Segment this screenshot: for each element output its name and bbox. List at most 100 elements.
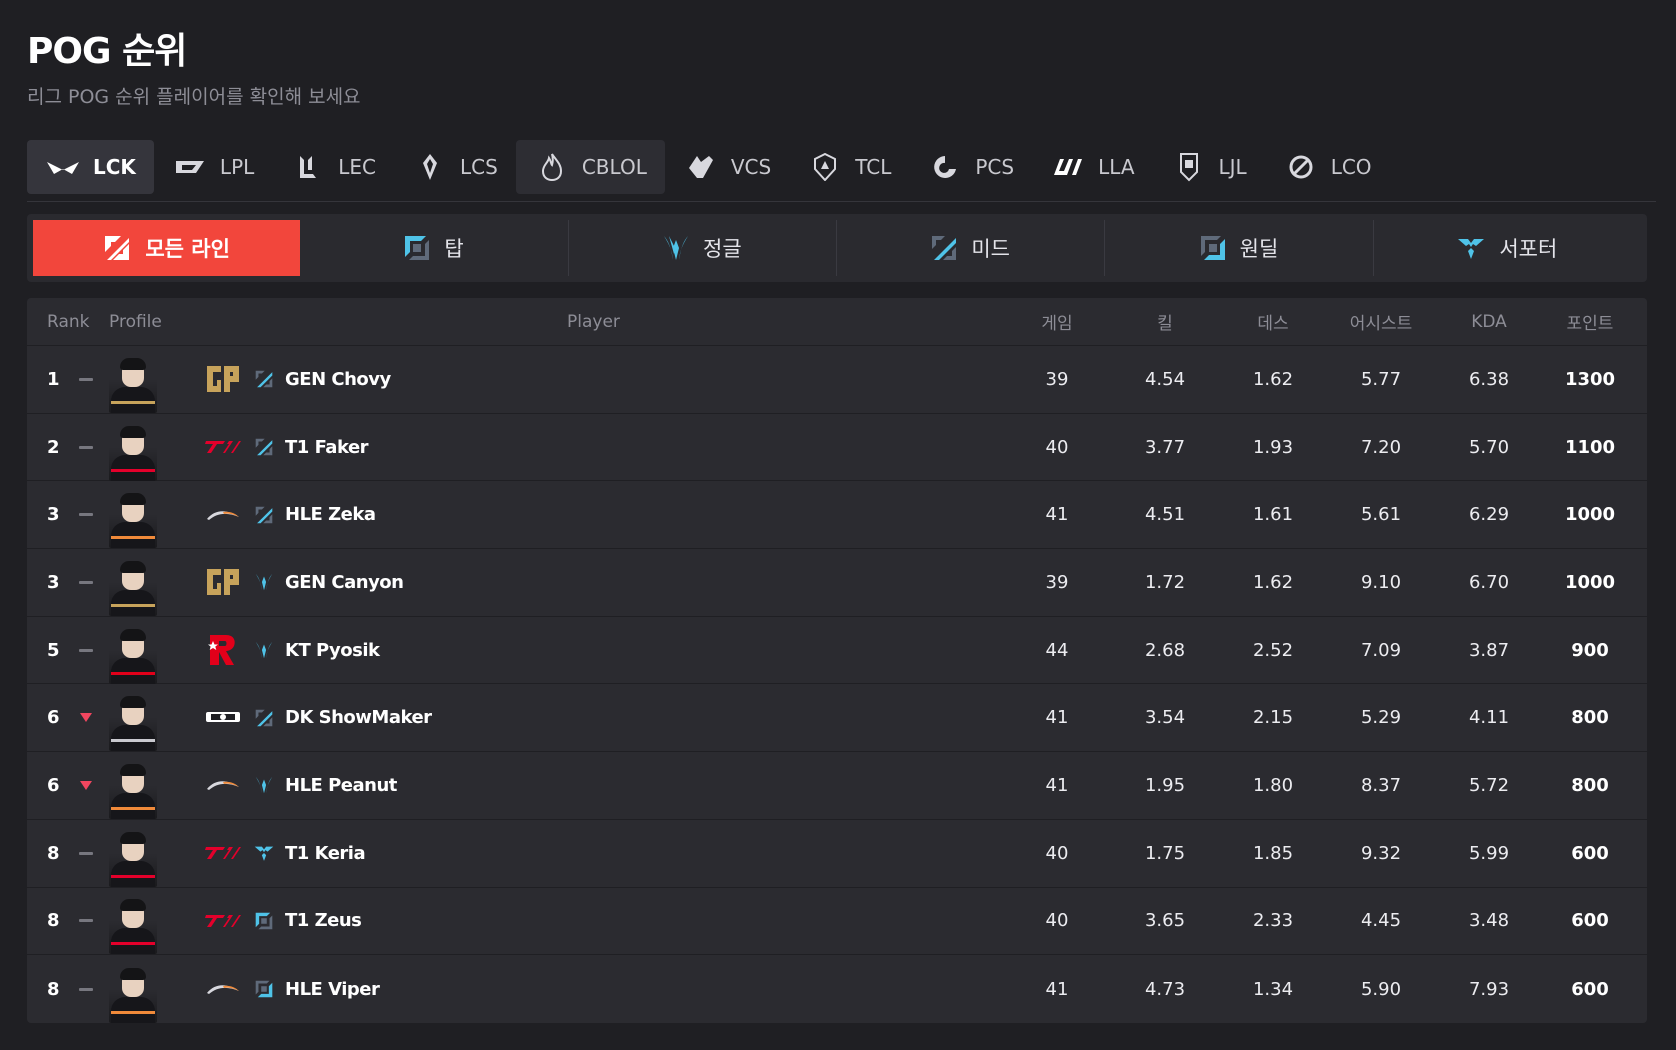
deaths-value: 1.85	[1252, 842, 1294, 864]
league-tab-ljl[interactable]: LJL	[1153, 140, 1265, 194]
lec-logo-icon	[290, 153, 326, 181]
vcs-logo-icon	[683, 153, 719, 181]
games-value: 41	[1045, 707, 1069, 729]
league-tab-lco[interactable]: LCO	[1265, 140, 1390, 194]
hle-team-logo-icon	[203, 499, 243, 531]
points-value: 1100	[1564, 436, 1616, 458]
points-value: 800	[1571, 774, 1609, 796]
league-tab-lck[interactable]: LCK	[27, 140, 154, 194]
table-row[interactable]: 6 DK ShowMaker 41 3.54 2.15 5.29 4.11 800	[27, 684, 1647, 753]
lck-logo-icon	[45, 153, 81, 181]
player-name[interactable]: HLE Zeka	[285, 504, 376, 525]
assists-value: 4.45	[1360, 910, 1402, 932]
rank-cell: 8	[47, 888, 107, 955]
league-tab-tcl[interactable]: TCL	[789, 140, 909, 194]
kda-value: 5.72	[1468, 774, 1510, 796]
league-tab-label: LPL	[219, 155, 255, 179]
player-cell: HLE Zeka	[203, 481, 803, 548]
lane-tab-all-lanes[interactable]: 모든 라인	[33, 220, 301, 276]
avatar[interactable]	[109, 492, 157, 549]
games-value: 41	[1045, 504, 1069, 526]
lane-tab-support[interactable]: 서포터	[1374, 220, 1641, 276]
table-row[interactable]: 3 GEN Canyon 39 1.72 1.62 9.10 6.70 1000	[27, 549, 1647, 617]
table-row[interactable]: 1 GEN Chovy 39 4.54 1.62 5.77 6.38 1300	[27, 346, 1647, 414]
league-tab-label: PCS	[975, 155, 1015, 179]
player-cell: KT Pyosik	[203, 617, 803, 684]
header-assists: 어시스트	[1349, 314, 1413, 334]
kda-value: 3.48	[1468, 910, 1510, 932]
bot-lane-icon	[1200, 235, 1226, 261]
league-tab-vcs[interactable]: VCS	[665, 140, 789, 194]
avatar[interactable]	[109, 695, 157, 752]
avatar[interactable]	[109, 424, 157, 481]
gen-team-logo-icon	[203, 566, 243, 598]
player-name[interactable]: GEN Canyon	[285, 572, 404, 593]
header-points: 포인트	[1566, 314, 1614, 334]
lane-filter-tabs: 모든 라인 탑 정글 미드 원딜 서포터	[27, 214, 1647, 282]
player-name[interactable]: GEN Chovy	[285, 369, 391, 390]
table-row[interactable]: 2 T1 Faker 40 3.77 1.93 7.20 5.70 1100	[27, 414, 1647, 482]
avatar[interactable]	[109, 559, 157, 616]
rank-cell: 8	[47, 955, 107, 1023]
league-tabs: LCK LPL LEC LCS CBLOL VCS TCL PCS LLA LJL LCO	[27, 140, 1656, 202]
cblol-logo-icon	[534, 153, 570, 181]
league-tab-label: LCS	[460, 155, 498, 179]
lane-tab-mid-lane[interactable]: 미드	[837, 220, 1106, 276]
avatar[interactable]	[109, 966, 157, 1023]
profile-cell	[109, 346, 201, 413]
lane-tab-top-lane[interactable]: 탑	[300, 220, 569, 276]
table-row[interactable]: 8 T1 Keria 40 1.75 1.85 9.32 5.99 600	[27, 820, 1647, 888]
league-tab-lla[interactable]: LLA	[1032, 140, 1152, 194]
player-name[interactable]: T1 Faker	[285, 437, 369, 458]
player-cell: T1 Keria	[203, 820, 803, 887]
table-row[interactable]: 5 KT Pyosik 44 2.68 2.52 7.09 3.87 900	[27, 617, 1647, 685]
mid-position-icon	[253, 707, 275, 729]
table-row[interactable]: 6 HLE Peanut 41 1.95 1.80 8.37 5.72 800	[27, 752, 1647, 820]
kills-value: 1.75	[1144, 842, 1186, 864]
deaths-value: 1.62	[1252, 368, 1294, 390]
hle-team-logo-icon	[203, 973, 243, 1005]
dk-team-logo-icon	[203, 702, 243, 734]
avatar[interactable]	[109, 356, 157, 413]
avatar[interactable]	[109, 762, 157, 819]
player-name[interactable]: KT Pyosik	[285, 640, 380, 661]
rank-cell: 6	[47, 752, 107, 819]
deaths-value: 1.93	[1252, 436, 1294, 458]
header-kda: KDA	[1471, 311, 1507, 332]
assists-value: 5.61	[1360, 504, 1402, 526]
player-name[interactable]: DK ShowMaker	[285, 707, 432, 728]
league-tab-lpl[interactable]: LPL	[154, 140, 272, 194]
bot-position-icon	[253, 978, 275, 1000]
avatar[interactable]	[109, 830, 157, 887]
page-title: POG 순위	[27, 31, 187, 72]
league-tab-lec[interactable]: LEC	[272, 140, 394, 194]
profile-cell	[109, 481, 201, 549]
league-tab-label: LCK	[93, 155, 136, 179]
lane-tab-bot-lane[interactable]: 원딜	[1105, 220, 1374, 276]
rank-number: 6	[47, 774, 60, 796]
avatar[interactable]	[109, 627, 157, 684]
points-value: 1000	[1564, 571, 1616, 593]
lane-tab-label: 원딜	[1239, 237, 1279, 261]
table-row[interactable]: 8 T1 Zeus 40 3.65 2.33 4.45 3.48 600	[27, 888, 1647, 956]
league-tab-label: LCO	[1330, 155, 1372, 179]
league-tab-label: LJL	[1218, 155, 1247, 179]
league-tab-label: LEC	[338, 155, 377, 179]
league-tab-cblol[interactable]: CBLOL	[515, 140, 665, 194]
table-row[interactable]: 3 HLE Zeka 41 4.51 1.61 5.61 6.29 1000	[27, 481, 1647, 550]
page-header: POG 순위 리그 POG 순위 플레이어를 확인해 보세요	[27, 22, 361, 109]
profile-cell	[109, 955, 201, 1023]
league-tab-label: LLA	[1098, 155, 1135, 179]
table-row[interactable]: 8 HLE Viper 41 4.73 1.34 5.90 7.93 600	[27, 955, 1647, 1023]
league-tab-lcs[interactable]: LCS	[394, 140, 516, 194]
player-name[interactable]: T1 Zeus	[285, 910, 362, 931]
player-name[interactable]: HLE Peanut	[285, 775, 397, 796]
lane-tab-jungle[interactable]: 정글	[569, 220, 837, 276]
mid-position-icon	[253, 436, 275, 458]
t1-team-logo-icon	[203, 837, 243, 869]
jungle-position-icon	[253, 571, 275, 593]
league-tab-pcs[interactable]: PCS	[909, 140, 1032, 194]
player-name[interactable]: T1 Keria	[285, 843, 366, 864]
avatar[interactable]	[109, 898, 157, 955]
player-name[interactable]: HLE Viper	[285, 979, 380, 1000]
